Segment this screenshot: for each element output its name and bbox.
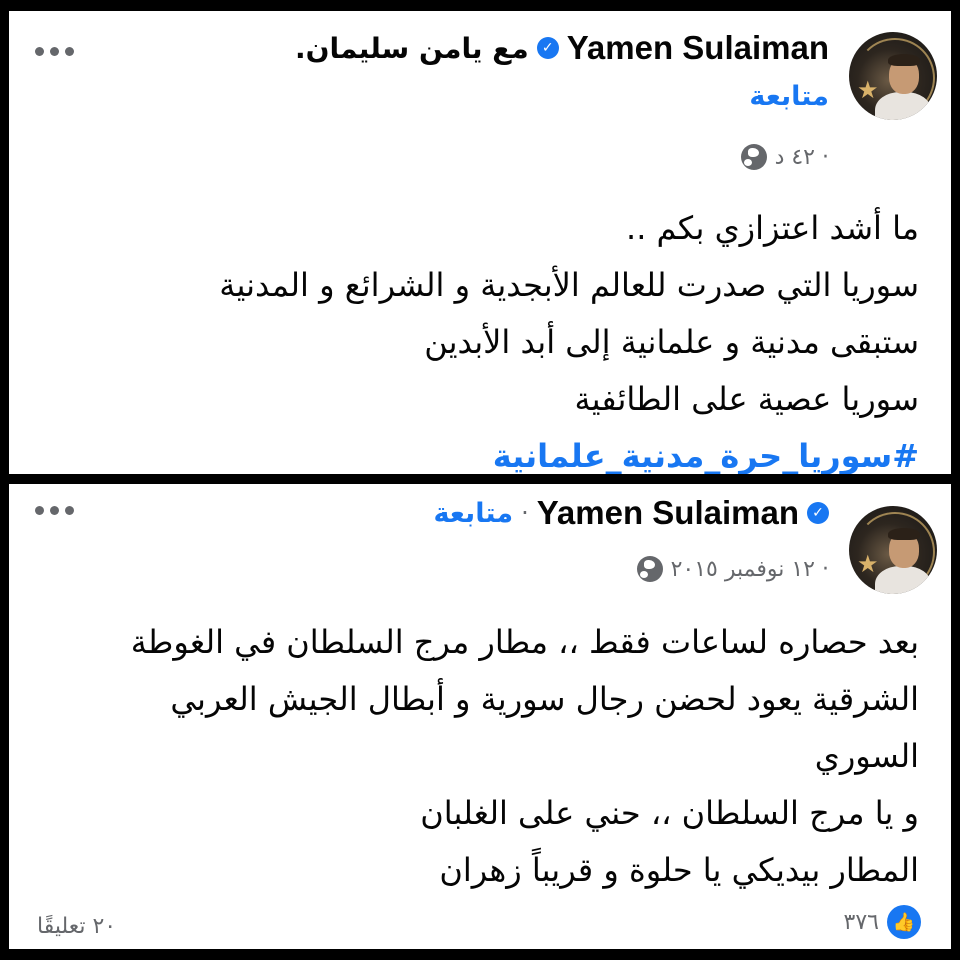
post-timestamp[interactable]: ٤٢ د · xyxy=(775,145,829,170)
post-header: مع يامن سليمان. ✓ Yamen Sulaiman xyxy=(295,29,829,67)
like-thumb-icon: 👍 xyxy=(887,905,921,939)
follow-button[interactable]: متابعة xyxy=(749,81,829,112)
post-card-2: ★ متابعة · Yamen Sulaiman ✓ ١٢ نوفمبر ٢٠… xyxy=(9,484,951,949)
post-text-line: الشرقية يعود لحضن رجال سورية و أبطال الج… xyxy=(170,680,919,718)
post-text-line: السوري xyxy=(814,737,919,775)
separator-dot: · xyxy=(521,499,529,527)
author-avatar[interactable]: ★ xyxy=(849,32,937,120)
post-text-line: بعد حصاره لساعات فقط ،، مطار مرج السلطان… xyxy=(130,623,919,661)
hashtag-link[interactable]: #سوريا_حرة_مدنية_علمانية xyxy=(219,428,919,474)
author-name[interactable]: Yamen Sulaiman xyxy=(567,29,829,67)
author-avatar[interactable]: ★ xyxy=(849,506,937,594)
reactions-summary[interactable]: ٣٧٦ 👍 xyxy=(844,905,921,939)
post-text-line: و يا مرج السلطان ،، حني على الغلبان xyxy=(420,794,919,832)
post-timestamp[interactable]: ١٢ نوفمبر ٢٠١٥ · xyxy=(671,557,829,582)
post-body: ما أشد اعتزازي بكم .. سوريا التي صدرت لل… xyxy=(219,200,919,474)
globe-icon xyxy=(740,144,767,170)
follow-row: متابعة xyxy=(749,81,829,112)
comments-count[interactable]: ٢٠ تعليقًا xyxy=(37,914,116,939)
follow-button[interactable]: متابعة xyxy=(433,498,513,529)
post-meta: ٤٢ د · xyxy=(740,144,829,170)
verified-badge-icon: ✓ xyxy=(536,37,559,59)
more-options-icon[interactable] xyxy=(35,47,74,56)
post-card-1: ★ مع يامن سليمان. ✓ Yamen Sulaiman متابع… xyxy=(9,11,951,474)
post-meta: ١٢ نوفمبر ٢٠١٥ · xyxy=(636,556,829,582)
author-name[interactable]: Yamen Sulaiman xyxy=(537,494,799,532)
like-count: ٣٧٦ xyxy=(843,909,879,935)
post-header: متابعة · Yamen Sulaiman ✓ xyxy=(433,494,829,532)
post-text-line: سوريا التي صدرت للعالم الأبجدية و الشرائ… xyxy=(219,266,919,304)
post-body: بعد حصاره لساعات فقط ،، مطار مرج السلطان… xyxy=(131,614,919,899)
post-text-line: سوريا عصية على الطائفية xyxy=(574,380,919,418)
post-text-line: المطار بيديكي يا حلوة و قريباً زهران xyxy=(439,851,919,889)
post-text-line: ستبقى مدنية و علمانية إلى أبد الأبدين xyxy=(424,323,919,361)
tagged-with-text[interactable]: مع يامن سليمان. xyxy=(295,32,529,65)
verified-badge-icon: ✓ xyxy=(807,502,829,524)
globe-icon xyxy=(636,556,663,582)
post-text-line: ما أشد اعتزازي بكم .. xyxy=(626,209,919,247)
more-options-icon[interactable] xyxy=(35,506,74,515)
